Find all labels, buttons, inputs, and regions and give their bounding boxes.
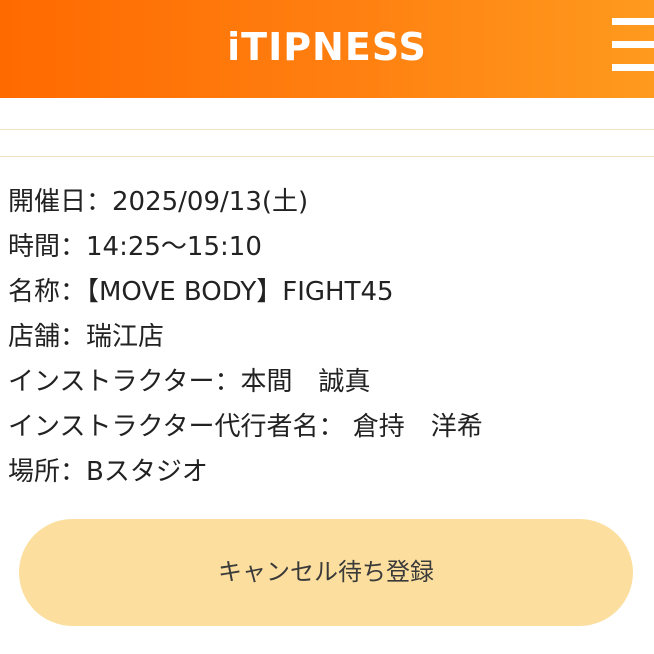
waitlist-register-button[interactable]: キャンセル待ち登録 [19,519,633,626]
menu-bar [612,41,654,48]
lesson-date: 開催日：2025/09/13(土) [8,187,309,217]
menu-bar [612,64,654,71]
lesson-substitute-instructor: インストラクター代行者名： 倉持 洋希 [8,412,483,442]
section-divider [0,156,654,157]
page: iTIPNESS 開催日：2025/09/13(土) 時間：14:25〜15:1… [0,0,654,654]
lesson-time: 時間：14:25〜15:10 [8,232,262,262]
app-header: iTIPNESS [0,0,654,98]
lesson-name: 名称：【MOVE BODY】FIGHT45 [8,277,394,307]
section-divider [0,129,654,130]
lesson-details: 開催日：2025/09/13(土) 時間：14:25〜15:10 名称：【MOV… [8,180,648,495]
brand-logo[interactable]: iTIPNESS [0,24,654,70]
menu-bar [612,18,654,25]
lesson-store: 店舗：瑞江店 [8,322,165,352]
lesson-instructor: インストラクター：本間 誠真 [8,367,371,397]
hamburger-menu-icon[interactable] [604,14,654,76]
lesson-location: 場所：Bスタジオ [8,457,208,487]
